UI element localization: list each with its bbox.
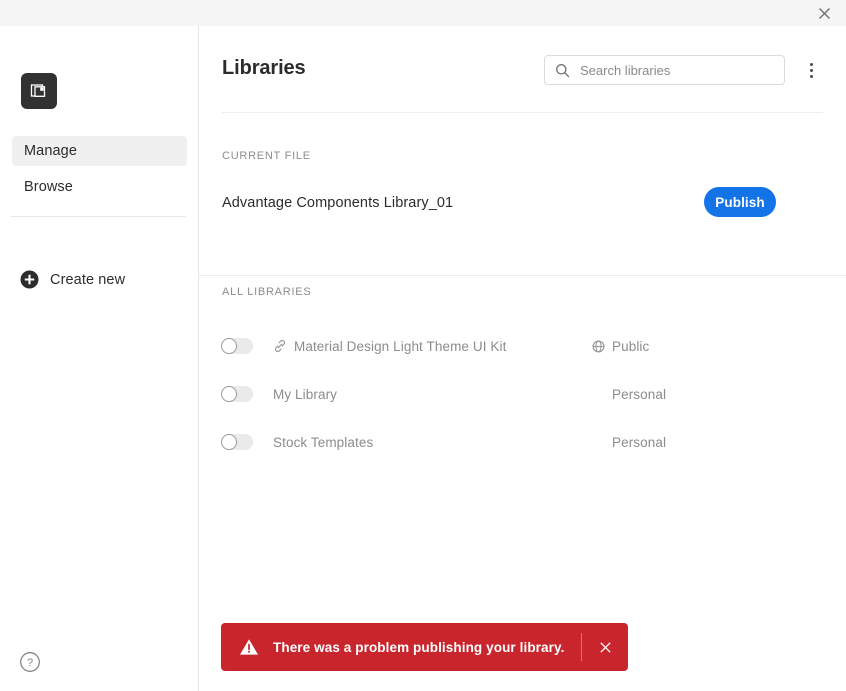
create-new-button[interactable]: Create new: [20, 270, 125, 289]
close-icon: [818, 7, 830, 19]
page-title: Libraries: [222, 57, 306, 79]
sidebar: Manage Browse Create new ?: [0, 26, 199, 691]
window-close-button[interactable]: [802, 0, 846, 26]
warning-triangle-icon: [239, 637, 259, 657]
libraries-panel: Manage Browse Create new ? Libraries Sea…: [0, 0, 846, 691]
sidebar-item-manage-label: Manage: [24, 143, 77, 159]
library-toggle[interactable]: [221, 386, 253, 402]
list-item[interactable]: My Library Personal: [199, 370, 846, 418]
section-divider: [199, 275, 846, 276]
toggle-knob: [221, 338, 237, 354]
current-file-section-label: CURRENT FILE: [222, 150, 311, 162]
main-content: Libraries CURRENT FILE Advantage Compone…: [199, 26, 846, 691]
close-icon: [599, 641, 611, 653]
library-name: My Library: [273, 386, 338, 402]
toast-message: There was a problem publishing your libr…: [273, 639, 565, 655]
more-vertical-icon-dot: [809, 62, 813, 66]
library-access: Public: [612, 338, 650, 354]
publish-button[interactable]: Publish: [704, 187, 776, 217]
search-field[interactable]: [544, 55, 785, 85]
library-toggle[interactable]: [221, 434, 253, 450]
list-item[interactable]: Stock Templates Personal: [199, 418, 846, 466]
toggle-knob: [221, 434, 237, 450]
sidebar-divider: [11, 216, 186, 217]
libraries-glyph-icon: [30, 84, 46, 97]
list-item[interactable]: Material Design Light Theme UI Kit Publi…: [199, 322, 846, 370]
library-name: Stock Templates: [273, 434, 374, 450]
library-access: Personal: [612, 434, 667, 450]
search-input[interactable]: [578, 61, 768, 79]
toast-close-button[interactable]: [582, 623, 628, 671]
current-file-name: Advantage Components Library_01: [222, 195, 454, 211]
libraries-app-icon: [21, 73, 57, 109]
search-icon: [555, 63, 570, 78]
link-icon: [273, 339, 287, 353]
main-header: Libraries: [199, 26, 846, 113]
library-toggle[interactable]: [221, 338, 253, 354]
libraries-list: Material Design Light Theme UI Kit Publi…: [199, 322, 846, 466]
help-circle-icon: ?: [20, 652, 40, 672]
create-new-label: Create new: [50, 271, 126, 288]
header-divider: [222, 112, 823, 113]
more-options-button[interactable]: [800, 59, 822, 81]
sidebar-item-browse[interactable]: Browse: [12, 172, 187, 202]
plus-circle-icon: [20, 270, 39, 289]
sidebar-nav: Manage Browse: [0, 136, 199, 202]
globe-icon: [592, 339, 605, 353]
more-vertical-icon-dot: [809, 74, 813, 78]
error-toast: There was a problem publishing your libr…: [221, 623, 628, 671]
all-libraries-section-label: ALL LIBRARIES: [222, 286, 312, 298]
sidebar-item-browse-label: Browse: [24, 179, 73, 195]
more-vertical-icon-dot: [809, 68, 813, 72]
sidebar-item-manage[interactable]: Manage: [12, 136, 187, 166]
library-name: Material Design Light Theme UI Kit: [294, 338, 507, 354]
title-bar: [0, 0, 846, 26]
svg-text:?: ?: [27, 657, 33, 669]
help-button[interactable]: ?: [19, 651, 41, 673]
toggle-knob: [221, 386, 237, 402]
library-access: Personal: [612, 386, 667, 402]
